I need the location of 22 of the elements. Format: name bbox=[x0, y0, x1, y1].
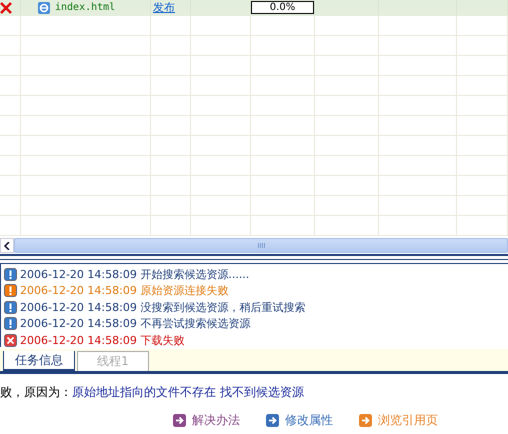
reason-text: 原始地址指向的文件不存在 找不到候选资源 bbox=[72, 385, 304, 399]
browser-icon bbox=[37, 0, 51, 14]
exclamation-icon bbox=[4, 284, 17, 298]
exclamation-icon bbox=[4, 317, 17, 330]
log-message: 2006-12-20 14:58:09 原始资源连接失败 bbox=[20, 283, 228, 298]
exclamation-icon bbox=[4, 300, 17, 314]
log-message: 2006-12-20 14:58:09 没搜索到候选资源，稍后重试搜索 bbox=[20, 300, 306, 315]
tab[interactable]: 任务信息 bbox=[3, 351, 75, 371]
action-link[interactable]: 浏览引用页 bbox=[378, 412, 438, 429]
action-link[interactable]: 解决办法 bbox=[192, 412, 240, 429]
file-name: index.html bbox=[55, 2, 116, 13]
log-message: 2006-12-20 14:58:09 下载失败 bbox=[20, 332, 184, 348]
action-link[interactable]: 修改属性 bbox=[285, 412, 333, 429]
reason-label: 败，原因为： bbox=[0, 385, 72, 399]
chevron-left-icon bbox=[4, 242, 10, 250]
exclamation-icon bbox=[4, 268, 17, 281]
publish-link[interactable]: 发布 bbox=[151, 0, 175, 15]
log-message: 2006-12-20 14:58:09 不再尝试搜索候选资源 bbox=[20, 316, 250, 332]
error-icon bbox=[4, 334, 17, 347]
progress-bar: 0.0% bbox=[251, 1, 314, 14]
log-message: 2006-12-20 14:58:09 开始搜索候选资源...... bbox=[20, 266, 250, 282]
scroll-left-button[interactable] bbox=[0, 238, 14, 253]
